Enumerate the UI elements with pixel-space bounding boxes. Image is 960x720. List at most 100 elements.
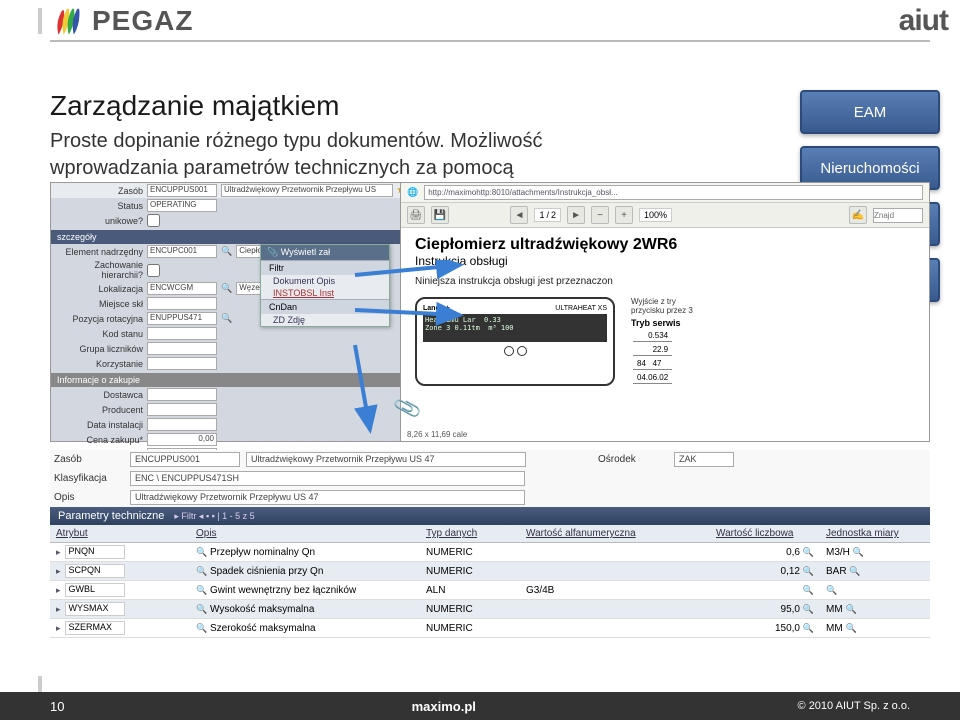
kodstanu-label: Kod stanu	[55, 329, 143, 339]
num-cell[interactable]: 0,12	[781, 566, 800, 577]
alfa-cell[interactable]	[520, 600, 710, 619]
attr-field[interactable]: SZERMAX	[65, 621, 125, 635]
l-zasob-label: Zasób	[54, 454, 124, 465]
search-icon[interactable]: 🔍	[196, 585, 207, 595]
url-bar[interactable]	[424, 185, 923, 200]
num-cell[interactable]: 150,0	[775, 623, 800, 634]
table-row[interactable]: ▸PNQN🔍 Przepływ nominalny QnNUMERIC0,6 🔍…	[50, 543, 930, 562]
l-opis-label: Opis	[54, 492, 124, 503]
status-field[interactable]: OPERATING	[147, 199, 217, 212]
grupa-field[interactable]	[147, 342, 217, 355]
jedn-cell[interactable]: MM	[826, 604, 843, 615]
attr-field[interactable]: PNQN	[65, 545, 125, 559]
typ-cell: NUMERIC	[420, 543, 520, 562]
datainstalacji-field[interactable]	[147, 418, 217, 431]
jedn-cell[interactable]: M3/H	[826, 547, 850, 558]
alfa-cell[interactable]	[520, 543, 710, 562]
alfa-cell[interactable]: G3/4B	[520, 581, 710, 600]
search-icon[interactable]: 🔍	[196, 547, 207, 557]
row-expand-icon[interactable]: ▸	[56, 623, 61, 634]
table-row[interactable]: ▸WYSMAX🔍 Wysokość maksymalnaNUMERIC95,0 …	[50, 600, 930, 619]
section-szczegoly[interactable]: szczegóły	[51, 230, 449, 244]
miejsce-field[interactable]	[147, 297, 217, 310]
attr-field[interactable]: WYSMAX	[65, 602, 125, 616]
prev-page-icon[interactable]: ◄	[510, 206, 528, 224]
search-icon[interactable]: 🔍	[221, 246, 232, 257]
col-atrybut[interactable]: Atrybut	[50, 525, 190, 543]
search-icon[interactable]: 🔍	[196, 566, 207, 576]
l-klas-field[interactable]: ENC \ ENCUPPUS471SH	[130, 471, 525, 486]
l-opis-field[interactable]: Ultradźwiękowy Przetwornik Przepływu US …	[130, 490, 525, 505]
search-icon[interactable]: 🔍	[196, 604, 207, 614]
col-alfa[interactable]: Wartość alfanumeryczna	[520, 525, 710, 543]
col-num[interactable]: Wartość liczbowa	[710, 525, 820, 543]
attr-field[interactable]: GWBL	[65, 583, 125, 597]
search-icon[interactable]: 🔍	[196, 623, 207, 633]
zoom-in-icon[interactable]: +	[615, 206, 633, 224]
search-icon[interactable]: 🔍	[221, 283, 232, 294]
row-expand-icon[interactable]: ▸	[56, 566, 61, 577]
l-zasob-field[interactable]: ENCUPPUS001	[130, 452, 240, 467]
search-icon[interactable]: 🔍	[803, 604, 814, 614]
table-row[interactable]: ▸GWBL🔍 Gwint wewnętrzny bez łącznikówALN…	[50, 581, 930, 600]
chip-eam[interactable]: EAM	[800, 90, 940, 134]
pozycja-field[interactable]: ENUPPUS471	[147, 312, 217, 325]
zasob-desc-field[interactable]: Ultradźwiękowy Przetwornik Przepływu US	[221, 184, 393, 197]
zoom-out-icon[interactable]: −	[591, 206, 609, 224]
doc-intro: Niniejsza instrukcja obsługi jest przezn…	[415, 276, 915, 287]
unikowe-checkbox[interactable]	[147, 214, 160, 227]
producent-field[interactable]	[147, 403, 217, 416]
kodstanu-field[interactable]	[147, 327, 217, 340]
print-icon[interactable]: 🖨	[407, 206, 425, 224]
col-jedn[interactable]: Jednostka miary	[820, 525, 930, 543]
search-icon[interactable]: 🔍	[849, 566, 860, 576]
l-zasob-desc[interactable]: Ultradźwiękowy Przetwornik Przepływu US …	[246, 452, 526, 467]
page-current[interactable]: 1	[539, 210, 544, 220]
filter-link[interactable]: ▸ Filtr ◂ ▪ ▪ | 1 - 5 z 5	[174, 511, 254, 522]
num-cell[interactable]: 95,0	[781, 604, 800, 615]
opis-cell: Wysokość maksymalna	[210, 604, 314, 615]
zoom-level[interactable]: 100%	[639, 208, 672, 222]
col-typ[interactable]: Typ danych	[420, 525, 520, 543]
hierarchia-checkbox[interactable]	[147, 264, 160, 277]
zasob-field[interactable]: ENCUPPUS001	[147, 184, 217, 197]
dostawca-label: Dostawca	[55, 390, 143, 400]
table-row[interactable]: ▸SZERMAX🔍 Szerokość maksymalnaNUMERIC150…	[50, 619, 930, 638]
cena-field[interactable]: 0,00	[147, 433, 217, 446]
row-expand-icon[interactable]: ▸	[56, 604, 61, 615]
typ-cell: NUMERIC	[420, 600, 520, 619]
find-input[interactable]	[873, 208, 923, 223]
col-opis[interactable]: Opis	[190, 525, 420, 543]
jedn-cell[interactable]: MM	[826, 623, 843, 634]
search-icon[interactable]: 🔍	[803, 566, 814, 576]
nadrzedny-field[interactable]: ENCUPC001	[147, 245, 217, 258]
footer-copyright: © 2010 AIUT Sp. z o.o.	[798, 700, 910, 712]
table-row[interactable]: ▸SCPQN🔍 Spadek ciśnienia przy QnNUMERIC0…	[50, 562, 930, 581]
jedn-cell[interactable]: BAR	[826, 566, 847, 577]
lokalizacja-field[interactable]: ENCWCGM	[147, 282, 217, 295]
alfa-cell[interactable]	[520, 562, 710, 581]
search-icon[interactable]: 🔍	[803, 623, 814, 633]
sign-icon[interactable]: ✍	[849, 206, 867, 224]
search-icon[interactable]: 🔍	[845, 604, 856, 614]
alfa-cell[interactable]	[520, 619, 710, 638]
dostawca-field[interactable]	[147, 388, 217, 401]
korzystanie-field[interactable]	[147, 357, 217, 370]
row-expand-icon[interactable]: ▸	[56, 547, 61, 558]
search-icon[interactable]: 🔍	[803, 585, 814, 595]
params-bar: Parametry techniczne ▸ Filtr ◂ ▪ ▪ | 1 -…	[50, 507, 930, 525]
search-icon[interactable]: 🔍	[221, 313, 232, 324]
header-divider	[50, 40, 930, 42]
num-cell[interactable]: 0,6	[786, 547, 800, 558]
search-icon[interactable]: 🔍	[826, 585, 837, 595]
search-icon[interactable]: 🔍	[853, 547, 864, 557]
save-icon[interactable]: 💾	[431, 206, 449, 224]
next-page-icon[interactable]: ►	[567, 206, 585, 224]
accent-bottom	[38, 676, 42, 692]
search-icon[interactable]: 🔍	[803, 547, 814, 557]
page-total: 2	[551, 210, 556, 220]
l-osrodek-field[interactable]: ZAK	[674, 452, 734, 467]
row-expand-icon[interactable]: ▸	[56, 585, 61, 596]
search-icon[interactable]: 🔍	[845, 623, 856, 633]
attr-field[interactable]: SCPQN	[65, 564, 125, 578]
